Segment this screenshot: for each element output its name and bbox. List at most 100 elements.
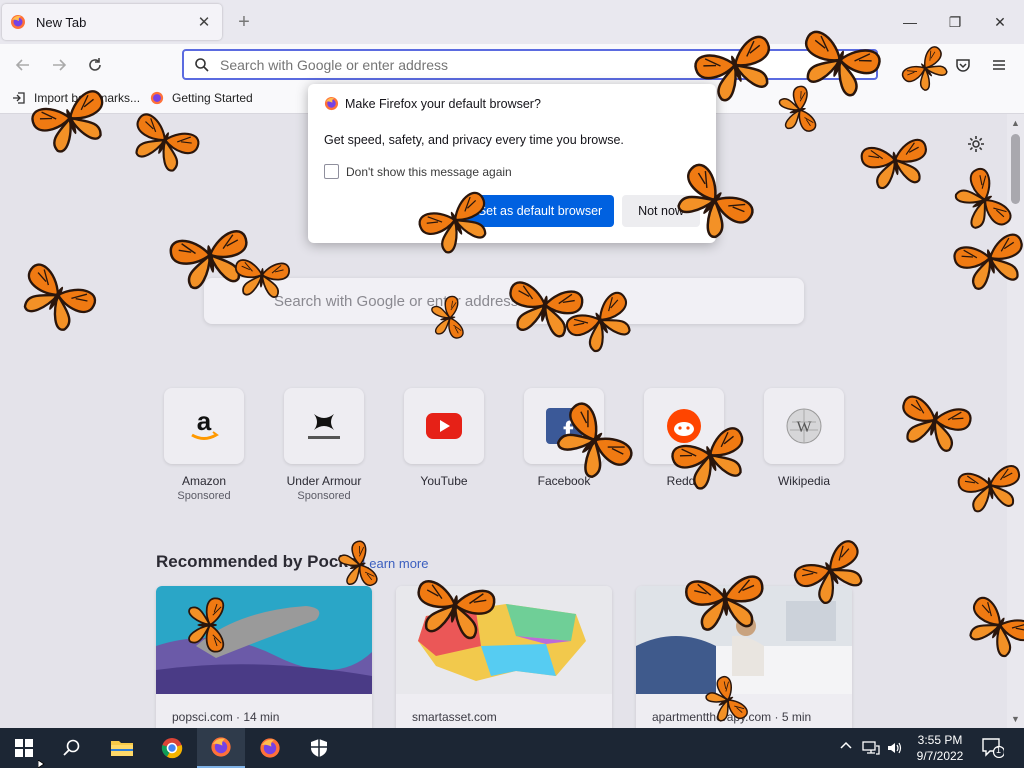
page-scrollbar[interactable]: ▲ ▼ (1007, 114, 1024, 728)
scroll-up-arrow[interactable]: ▲ (1010, 118, 1021, 128)
taskbar-firefox[interactable] (246, 728, 294, 768)
svg-text:f: f (563, 416, 574, 446)
notification-count: 1 (996, 745, 1002, 755)
firefox-icon (150, 91, 164, 105)
firefox-icon (324, 96, 339, 111)
taskbar-file-explorer[interactable] (98, 728, 146, 768)
app-menu-button[interactable] (988, 54, 1010, 76)
restore-button[interactable]: ❐ (945, 12, 965, 32)
article-image (396, 586, 612, 694)
bookmark-label: Getting Started (172, 91, 253, 105)
tab-strip: New Tab ✕ + — ❐ ✕ (0, 0, 1024, 44)
new-tab-button[interactable]: + (234, 12, 254, 32)
arrow-right-icon (53, 59, 67, 71)
firefox-icon (211, 737, 231, 757)
pocket-card[interactable]: popsci.com · 14 min (156, 586, 372, 728)
import-icon (13, 92, 25, 104)
close-window-button[interactable]: ✕ (990, 12, 1010, 32)
shield-icon (311, 739, 327, 757)
taskbar-firefox-active[interactable] (197, 728, 245, 768)
top-site-wikipedia[interactable]: W Wikipedia (754, 388, 854, 488)
set-default-browser-button[interactable]: Set as default browser (466, 195, 614, 227)
learn-more-link[interactable]: Learn more (362, 556, 428, 571)
wikipedia-icon: W (764, 388, 844, 464)
taskbar-search-button[interactable] (48, 728, 96, 768)
checkbox-box[interactable] (324, 164, 339, 179)
forward-button[interactable] (48, 54, 70, 76)
firefox-icon (11, 15, 25, 29)
newtab-search-box[interactable]: Search with Google or enter address (204, 278, 804, 324)
clock-date: 9/7/2022 (916, 749, 964, 763)
scrollbar-thumb[interactable] (1011, 134, 1020, 204)
not-now-button[interactable]: Not now (622, 195, 700, 227)
address-bar[interactable] (182, 49, 878, 80)
arrow-left-icon (15, 59, 29, 71)
system-clock[interactable]: 3:55 PM 9/7/2022 (906, 732, 974, 764)
mouse-cursor-icon (38, 760, 45, 768)
bookmark-getting-started[interactable]: Getting Started (150, 91, 253, 105)
search-icon (63, 739, 80, 756)
top-site-label: YouTube (420, 474, 468, 488)
network-icon (862, 741, 880, 755)
volume-tray[interactable] (886, 740, 902, 759)
default-browser-dialog: Make Firefox your default browser? Get s… (308, 84, 716, 243)
top-site-facebook[interactable]: f Facebook (514, 388, 614, 488)
windows-taskbar: 3:55 PM 9/7/2022 1 (0, 728, 1024, 768)
scroll-down-arrow[interactable]: ▼ (1010, 714, 1021, 724)
under-armour-icon (284, 388, 364, 464)
taskbar-chrome[interactable] (148, 728, 196, 768)
bookmark-label: Import bookmarks... (34, 91, 141, 105)
recommended-heading: Recommended by Pocket (156, 552, 363, 571)
pocket-card[interactable]: apartmenttherapy.com · 5 min (636, 586, 852, 728)
top-site-amazon[interactable]: a Amazon Sponsored (154, 388, 254, 502)
windows-logo-icon (15, 739, 33, 757)
newtab-search-placeholder: Search with Google or enter address (274, 292, 519, 310)
gear-icon[interactable] (966, 134, 986, 154)
reload-button[interactable] (84, 54, 106, 76)
search-icon (195, 57, 209, 72)
top-site-youtube[interactable]: YouTube (394, 388, 494, 488)
notification-center[interactable]: 1 (982, 738, 1006, 761)
article-image (636, 586, 852, 694)
dialog-title: Make Firefox your default browser? (345, 96, 541, 111)
dialog-message: Get speed, safety, and privacy every tim… (324, 133, 624, 147)
close-tab-icon[interactable]: ✕ (194, 12, 214, 32)
show-hidden-icons[interactable] (840, 740, 852, 755)
top-site-label: Wikipedia (777, 474, 831, 488)
top-site-label: Amazon (181, 474, 227, 488)
minimize-button[interactable]: — (900, 12, 920, 32)
youtube-icon (404, 388, 484, 464)
back-button[interactable] (12, 54, 34, 76)
article-image (156, 586, 372, 694)
pocket-button[interactable] (952, 54, 974, 76)
folder-icon (111, 741, 133, 756)
sponsored-label: Sponsored (297, 490, 351, 502)
reddit-icon (644, 388, 724, 464)
top-site-reddit[interactable]: Reddit (634, 388, 734, 488)
chevron-up-icon (840, 741, 852, 749)
firefox-icon (260, 738, 280, 758)
top-site-label: Reddit (666, 474, 702, 488)
reload-icon (89, 58, 101, 71)
amazon-icon: a (164, 388, 244, 464)
bookmark-import[interactable]: Import bookmarks... (12, 91, 140, 105)
svg-text:W: W (796, 419, 812, 436)
top-site-label: Under Armour (286, 474, 362, 488)
svg-text:a: a (197, 408, 212, 436)
speaker-icon (888, 742, 902, 754)
network-tray[interactable] (862, 740, 880, 759)
dialog-header: Make Firefox your default browser? (324, 96, 541, 111)
taskbar-windows-security[interactable] (295, 728, 343, 768)
tab-title: New Tab (36, 14, 87, 30)
hamburger-menu-icon (993, 60, 1005, 70)
tab-new-tab[interactable]: New Tab ✕ (2, 4, 222, 40)
top-site-under-armour[interactable]: Under Armour Sponsored (274, 388, 374, 502)
card-source: popsci.com · 14 min (172, 710, 280, 724)
dont-show-again-checkbox[interactable]: Don't show this message again (324, 164, 512, 179)
top-site-label: Facebook (537, 474, 591, 488)
pocket-card[interactable]: smartasset.com (396, 586, 612, 728)
navigation-toolbar (0, 44, 1024, 84)
sponsored-label: Sponsored (177, 490, 231, 502)
url-input[interactable] (220, 56, 860, 73)
card-source: apartmenttherapy.com · 5 min (652, 710, 812, 724)
